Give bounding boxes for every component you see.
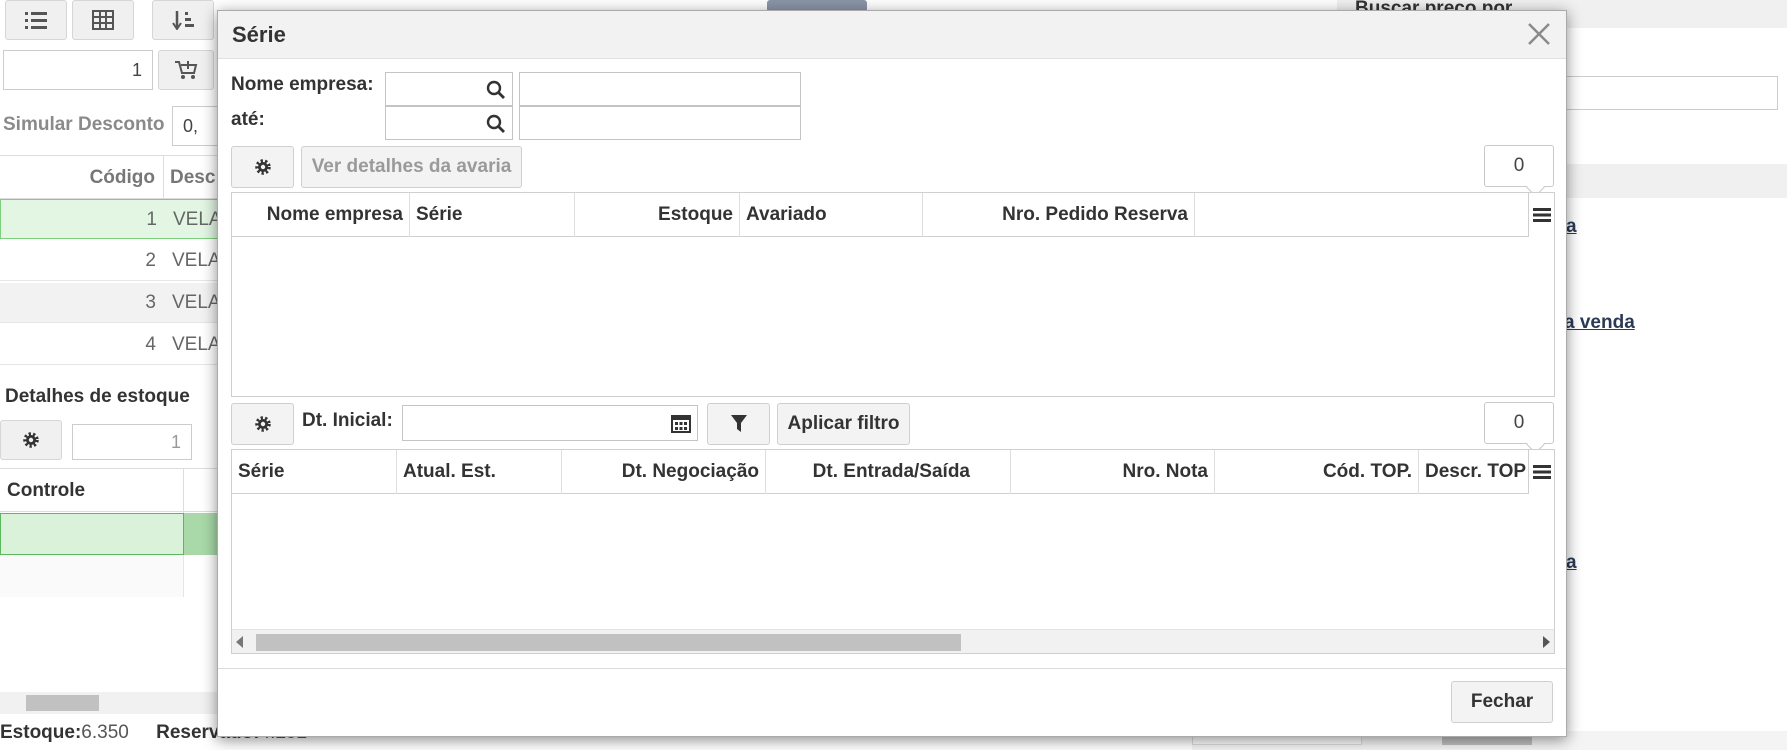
main-grid-header: Código Desc — [0, 155, 220, 200]
codigo-column-header[interactable]: Código — [0, 156, 164, 200]
column-header-serie[interactable]: Série — [410, 193, 575, 237]
column-header-serie[interactable]: Série — [232, 450, 397, 494]
sort-icon — [172, 11, 194, 30]
aplicar-filtro-button[interactable]: Aplicar filtro — [777, 403, 910, 445]
stock-details-title: Detalhes de estoque — [5, 386, 190, 407]
stock-quantity-input[interactable]: 1 — [72, 424, 192, 460]
column-header-cod-top[interactable]: Cód. TOP. — [1215, 450, 1419, 494]
simular-desconto-label: Simular Desconto — [3, 114, 165, 135]
table-row[interactable]: 1 VELA — [0, 199, 222, 239]
top-grid-settings-button[interactable] — [231, 146, 294, 188]
nome-empresa-label: Nome empresa: — [231, 74, 374, 95]
calendar-icon[interactable] — [671, 413, 691, 433]
descricao-column-header[interactable]: Desc — [170, 156, 215, 200]
right-link[interactable]: a — [1566, 216, 1577, 238]
gear-icon — [23, 432, 39, 448]
cart-icon — [175, 61, 198, 79]
filter-icon — [730, 415, 747, 432]
serie-stock-grid: Nome empresa Série Estoque Avariado Nro.… — [231, 192, 1555, 397]
scroll-right-icon[interactable] — [1543, 636, 1550, 648]
row-description: VELA — [173, 209, 222, 230]
empresa-name-from-input[interactable] — [519, 72, 801, 106]
column-header-nome-empresa[interactable]: Nome empresa — [232, 193, 410, 237]
right-link-venda[interactable]: a venda — [1564, 312, 1635, 334]
bottom-grid-record-count: 0 — [1484, 402, 1554, 444]
right-link[interactable]: a — [1566, 552, 1577, 574]
row-code: 2 — [145, 250, 156, 271]
estoque-value: 6.350 — [81, 722, 129, 743]
gear-icon — [254, 159, 271, 175]
list-icon — [25, 12, 47, 29]
column-header-descr-top[interactable]: Descr. TOP — [1419, 450, 1529, 494]
stock-grid-selected-cell — [184, 513, 220, 555]
row-description: VELA — [172, 334, 221, 355]
column-menu-icon[interactable] — [1528, 193, 1554, 237]
dt-inicial-label: Dt. Inicial: — [302, 410, 393, 431]
row-description: VELA — [172, 292, 221, 313]
horizontal-scrollbar[interactable] — [232, 629, 1554, 653]
estoque-label: Estoque: — [0, 722, 82, 743]
scroll-left-icon[interactable] — [236, 636, 243, 648]
dialog-header: Série — [218, 11, 1566, 59]
stock-grid-selected-row[interactable] — [0, 513, 184, 555]
sort-button[interactable] — [152, 0, 214, 40]
empresa-name-to-input[interactable] — [519, 106, 801, 140]
dialog-title: Série — [232, 22, 286, 47]
stock-grid-row[interactable] — [0, 555, 184, 597]
quantity-input[interactable]: 1 — [3, 50, 153, 90]
stock-settings-button[interactable] — [0, 420, 62, 460]
ate-label: até: — [231, 109, 265, 130]
grid-view-button[interactable] — [72, 0, 134, 40]
serie-dialog: Série Nome empresa: até: Ver detalhes da… — [217, 10, 1567, 737]
scrollbar-thumb[interactable] — [26, 695, 99, 711]
search-price-input[interactable] — [1560, 76, 1778, 110]
stock-grid-scrollbar[interactable] — [0, 692, 220, 714]
empresa-code-from-input[interactable] — [385, 72, 513, 106]
empresa-code-to-input[interactable] — [385, 106, 513, 140]
grid-header: Nome empresa Série Estoque Avariado Nro.… — [232, 193, 1554, 237]
table-icon — [92, 10, 114, 30]
serie-movement-grid: Série Atual. Est. Dt. Negociação Dt. Ent… — [231, 449, 1555, 654]
column-header-dt-entrada-saida[interactable]: Dt. Entrada/Saída — [766, 450, 1011, 494]
table-row[interactable]: 2 VELA — [0, 241, 221, 281]
fechar-button[interactable]: Fechar — [1451, 681, 1553, 723]
close-icon[interactable] — [1526, 21, 1552, 47]
row-description: VELA — [172, 250, 221, 271]
scrollbar-thumb[interactable] — [256, 634, 961, 651]
column-header-estoque[interactable]: Estoque — [575, 193, 740, 237]
search-icon[interactable] — [486, 114, 506, 134]
column-header-nro-nota[interactable]: Nro. Nota — [1011, 450, 1215, 494]
list-view-button[interactable] — [5, 0, 67, 40]
controle-column-header[interactable]: Controle — [0, 469, 184, 513]
gear-icon — [254, 416, 271, 432]
search-icon[interactable] — [486, 80, 506, 100]
filter-button[interactable] — [707, 403, 770, 445]
dt-inicial-input[interactable] — [402, 405, 698, 441]
stock-grid-header: Controle — [0, 468, 220, 513]
top-grid-record-count: 0 — [1484, 145, 1554, 187]
table-row[interactable]: 3 VELA — [0, 283, 221, 323]
column-header-nro-pedido-reserva[interactable]: Nro. Pedido Reserva — [923, 193, 1195, 237]
dialog-footer: Fechar — [218, 668, 1566, 736]
table-row[interactable]: 4 VELA — [0, 325, 221, 365]
column-header-avariado[interactable]: Avariado — [740, 193, 923, 237]
column-menu-icon[interactable] — [1528, 450, 1554, 494]
add-to-cart-button[interactable] — [158, 50, 214, 90]
bottom-grid-settings-button[interactable] — [231, 403, 294, 445]
column-header-atual-est[interactable]: Atual. Est. — [397, 450, 562, 494]
row-code: 1 — [146, 209, 157, 230]
row-code: 3 — [145, 292, 156, 313]
column-header-dt-negociacao[interactable]: Dt. Negociação — [562, 450, 766, 494]
ver-detalhes-avaria-button[interactable]: Ver detalhes da avaria — [301, 146, 522, 188]
grid-header: Série Atual. Est. Dt. Negociação Dt. Ent… — [232, 450, 1554, 494]
row-code: 4 — [145, 334, 156, 355]
